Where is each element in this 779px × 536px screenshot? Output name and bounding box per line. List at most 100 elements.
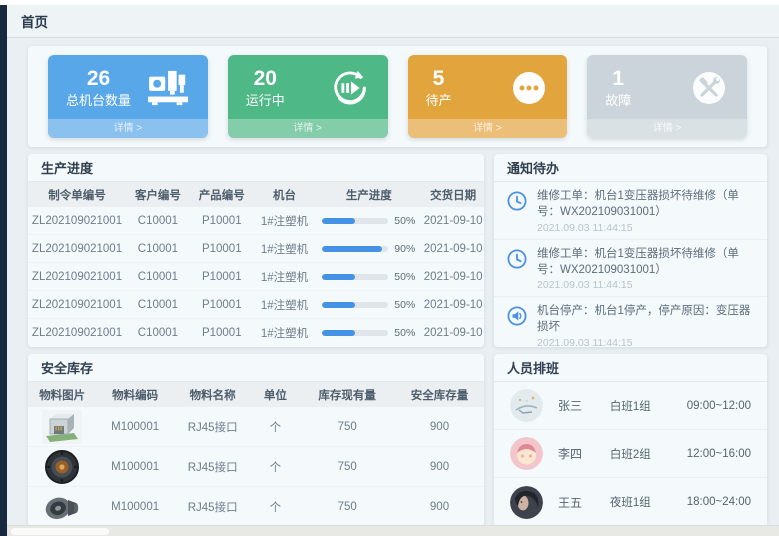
col-image: 物料图片 — [28, 387, 96, 403]
progress-label: 50% — [394, 271, 415, 283]
notifications-panel: 通知待办 维修工单：机台1变压器损坏待维修（单号：WX202109031001）… — [494, 154, 767, 347]
panel-title: 安全库存 — [28, 354, 484, 382]
shift-time: 12:00~16:00 — [687, 448, 751, 460]
schedule-row: 张三 白班1组 09:00~12:00 — [494, 382, 767, 430]
table-row: M100001 RJ45接口 个 750 900 — [28, 447, 484, 487]
notification-item[interactable]: 维修工单：机台1变压器损坏待维修（单号：WX202109031001） 2021… — [494, 182, 767, 240]
tab-home[interactable]: 首页 — [21, 11, 48, 31]
stat-card-body: 1 故障 — [587, 55, 747, 115]
material-unit: 个 — [251, 459, 299, 475]
progress-bar — [322, 330, 388, 336]
fault-icon — [687, 66, 731, 110]
material-unit: 个 — [251, 419, 299, 435]
customer-no: C10001 — [126, 271, 190, 283]
shift-group: 白班2组 — [610, 446, 687, 462]
safety-qty: 900 — [395, 421, 484, 433]
table-row: ZL202109021001 C10001 P10001 1#注塑机 90% 2… — [28, 235, 484, 263]
progress-bar — [322, 302, 388, 308]
product-no: P10001 — [190, 243, 254, 255]
order-no: ZL202109021001 — [28, 327, 126, 339]
delivery-date: 2021-09-10 — [422, 271, 484, 283]
material-code: M100001 — [96, 461, 174, 473]
machine-name: 1#注塑机 — [254, 241, 316, 257]
worker-name: 王五 — [558, 494, 610, 511]
notification-time: 2021.09.03 11:44:15 — [537, 337, 755, 347]
shift-group: 夜班1组 — [610, 494, 687, 510]
main-area: 26 总机台数量 — [7, 38, 779, 536]
customer-no: C10001 — [126, 299, 190, 311]
delivery-date: 2021-09-10 — [422, 215, 484, 227]
rj45-connector-image — [28, 410, 96, 444]
horizontal-scrollbar[interactable] — [7, 525, 779, 536]
notification-time: 2021.09.03 11:44:15 — [537, 222, 755, 234]
progress-bar — [322, 218, 388, 224]
material-name: RJ45接口 — [174, 459, 252, 475]
table-row: M100001 RJ45接口 个 750 900 — [28, 487, 484, 527]
detail-link[interactable]: 详情 > — [48, 119, 208, 138]
stat-value: 20 — [246, 66, 285, 92]
avatar — [510, 437, 543, 470]
product-no: P10001 — [190, 271, 254, 283]
worker-name: 张三 — [558, 397, 610, 414]
panel-title: 生产进度 — [28, 154, 484, 182]
stat-card-body: 5 待产 — [408, 55, 568, 115]
cone-speaker-image — [28, 490, 96, 524]
stock-qty: 750 — [299, 461, 395, 473]
col-code: 物料编码 — [96, 387, 174, 403]
machine-name: 1#注塑机 — [254, 297, 316, 313]
notification-item[interactable]: 维修工单：机台1变压器损坏待维修（单号：WX202109031001） 2021… — [494, 240, 767, 298]
stat-card-pending[interactable]: 5 待产 详情 > — [408, 55, 568, 138]
dashboard-screen: 首页 26 总机台数量 — [0, 0, 779, 536]
shift-group: 白班1组 — [610, 398, 687, 414]
detail-link[interactable]: 详情 > — [587, 119, 747, 138]
safety-stock-panel: 安全库存 物料图片 物料编码 物料名称 单位 库存现有量 安全库存量 M1000… — [28, 354, 484, 527]
detail-link[interactable]: 详情 > — [228, 119, 388, 138]
notification-text: 维修工单：机台1变压器损坏待维修（单号：WX202109031001） — [537, 189, 755, 221]
col-customer: 客户编号 — [126, 187, 190, 203]
panel-title: 人员排班 — [494, 354, 767, 382]
col-safety: 安全库存量 — [395, 387, 484, 403]
progress-label: 90% — [394, 243, 415, 255]
personnel-schedule-panel: 人员排班 张三 白班1组 09:00~12:00 李四 — [494, 354, 767, 527]
stat-card-running[interactable]: 20 运行中 — [228, 55, 388, 138]
order-no: ZL202109021001 — [28, 271, 126, 283]
col-unit: 单位 — [251, 387, 299, 403]
customer-no: C10001 — [126, 243, 190, 255]
stock-qty: 750 — [299, 501, 395, 513]
detail-link[interactable]: 详情 > — [408, 119, 568, 138]
product-no: P10001 — [190, 299, 254, 311]
delivery-date: 2021-09-10 — [422, 327, 484, 339]
machine-icon — [148, 66, 192, 110]
bottom-row: 安全库存 物料图片 物料编码 物料名称 单位 库存现有量 安全库存量 M1000… — [28, 354, 767, 527]
scrollbar-thumb[interactable] — [11, 528, 109, 535]
col-product: 产品编号 — [190, 187, 254, 203]
shift-time: 09:00~12:00 — [687, 400, 751, 412]
col-order: 制令单编号 — [28, 187, 126, 203]
stat-card-total-machines[interactable]: 26 总机台数量 — [48, 55, 208, 138]
stat-card-fault[interactable]: 1 故障 — [587, 55, 747, 138]
col-stock: 库存现有量 — [299, 387, 395, 403]
speaker-icon — [506, 305, 528, 327]
worker-name: 李四 — [558, 445, 610, 462]
stat-cards-panel: 26 总机台数量 — [28, 46, 767, 147]
clock-icon — [506, 248, 528, 270]
schedule-row: 李四 白班2组 12:00~16:00 — [494, 430, 767, 478]
production-table-header: 制令单编号 客户编号 产品编号 机台 生产进度 交货日期 — [28, 182, 484, 207]
round-speaker-image — [28, 449, 96, 485]
material-name: RJ45接口 — [174, 419, 252, 435]
product-no: P10001 — [190, 327, 254, 339]
notification-item[interactable]: 机台停产：机台1停产，停产原因：变压器损坏 2021.09.03 11:44:1… — [494, 297, 767, 347]
product-no: P10001 — [190, 215, 254, 227]
stat-card-body: 26 总机台数量 — [48, 55, 208, 115]
material-name: RJ45接口 — [174, 499, 252, 515]
progress-bar — [322, 274, 388, 280]
col-name: 物料名称 — [174, 387, 252, 403]
delivery-date: 2021-09-10 — [422, 299, 484, 311]
col-machine: 机台 — [254, 187, 316, 203]
material-unit: 个 — [251, 499, 299, 515]
stat-label: 总机台数量 — [66, 93, 131, 110]
production-progress-panel: 生产进度 制令单编号 客户编号 产品编号 机台 生产进度 交货日期 ZL2021… — [28, 154, 484, 347]
customer-no: C10001 — [126, 327, 190, 339]
content-area: 首页 26 总机台数量 — [7, 5, 779, 536]
order-no: ZL202109021001 — [28, 243, 126, 255]
